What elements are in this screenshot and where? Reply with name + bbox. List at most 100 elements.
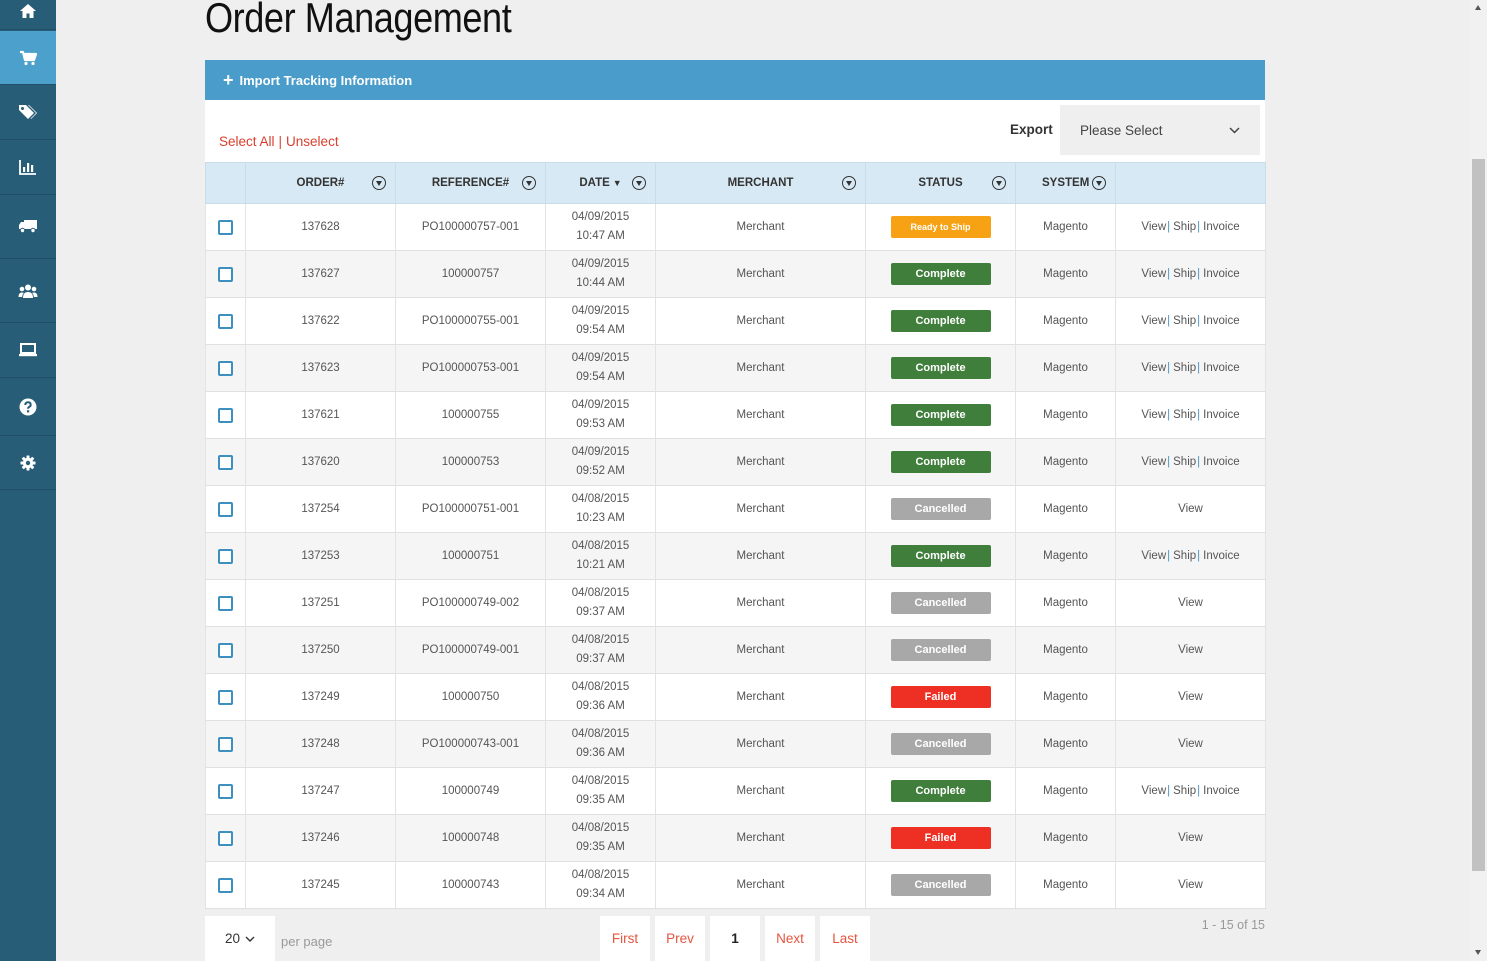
order-time: 10:47 AM [576,230,625,242]
date-filter-icon[interactable] [632,176,646,190]
select-all-link[interactable]: Select All [219,134,275,149]
reference-column-header[interactable]: REFERENCE# [395,162,546,204]
view-link[interactable]: View [1178,879,1203,891]
table-row: 137246 100000748 04/08/2015 09:35 AM Merchan… [205,814,1266,862]
row-checkbox[interactable] [218,360,233,376]
scroll-down-arrow[interactable] [1472,946,1485,958]
ship-link[interactable]: Ship [1173,362,1196,374]
view-link[interactable]: View [1178,691,1203,703]
import-tracking-button[interactable]: + Import Tracking Information [205,60,1265,100]
row-checkbox[interactable] [218,736,233,752]
sidebar-item-home[interactable] [0,0,56,30]
order-time: 09:35 AM [576,794,625,806]
invoice-link[interactable]: Invoice [1203,409,1239,421]
ship-link[interactable]: Ship [1173,315,1196,327]
row-select-cell [205,297,246,345]
unselect-link[interactable]: Unselect [286,134,339,149]
invoice-link[interactable]: Invoice [1203,456,1239,468]
sort-desc-icon[interactable]: ▼ [613,178,622,188]
sidebar-item-orders[interactable] [0,31,56,85]
ship-link[interactable]: Ship [1173,456,1196,468]
row-checkbox[interactable] [218,407,233,423]
row-checkbox[interactable] [218,266,233,282]
date-column-header[interactable]: DATE ▼ [545,162,656,204]
status-cell: Failed [865,814,1016,862]
view-link[interactable]: View [1141,456,1166,468]
row-checkbox[interactable] [218,219,233,235]
pager-prev-button[interactable]: Prev [655,916,705,961]
row-checkbox[interactable] [218,830,233,846]
sidebar-item-settings[interactable] [0,436,56,490]
invoice-link[interactable]: Invoice [1203,785,1239,797]
view-link[interactable]: View [1141,268,1166,280]
status-column-label: STATUS [918,177,963,189]
actions-cell: View [1115,861,1266,909]
view-link[interactable]: View [1141,315,1166,327]
order-column-header[interactable]: ORDER# [245,162,396,204]
view-link[interactable]: View [1141,785,1166,797]
view-link[interactable]: View [1178,738,1203,750]
row-checkbox[interactable] [218,689,233,705]
order-date: 04/08/2015 [571,822,630,834]
merchant-column-header[interactable]: MERCHANT [655,162,866,204]
ship-link[interactable]: Ship [1173,268,1196,280]
scroll-up-arrow[interactable] [1472,2,1485,14]
order-filter-icon[interactable] [372,176,386,190]
view-link[interactable]: View [1178,644,1203,656]
system-column-header[interactable]: SYSTEM [1015,162,1116,204]
ship-link[interactable]: Ship [1173,409,1196,421]
order-number-cell: 137253 [245,532,396,580]
merchant-filter-icon[interactable] [842,176,856,190]
invoice-link[interactable]: Invoice [1203,315,1239,327]
sidebar-item-help[interactable] [0,378,56,436]
reference-cell: PO100000755-001 [395,297,546,345]
view-link[interactable]: View [1178,503,1203,515]
export-select[interactable]: Please Select [1060,105,1260,155]
view-link[interactable]: View [1141,362,1166,374]
row-checkbox[interactable] [218,501,233,517]
ship-link[interactable]: Ship [1173,785,1196,797]
status-filter-icon[interactable] [992,176,1006,190]
view-link[interactable]: View [1141,550,1166,562]
scrollbar-thumb[interactable] [1472,159,1485,871]
sidebar-item-reports[interactable] [0,140,56,195]
reference-filter-icon[interactable] [522,176,536,190]
pager-next-button[interactable]: Next [765,916,815,961]
ship-link[interactable]: Ship [1173,550,1196,562]
view-link[interactable]: View [1178,832,1203,844]
action-separator: | [1197,221,1201,233]
order-number-cell: 137248 [245,720,396,768]
row-checkbox[interactable] [218,642,233,658]
date-cell: 04/08/2015 09:34 AM [545,861,656,909]
status-column-header[interactable]: STATUS [865,162,1016,204]
pager-last-button[interactable]: Last [820,916,870,961]
view-link[interactable]: View [1178,597,1203,609]
row-select-cell [205,344,246,392]
pager-current-page[interactable]: 1 [710,916,760,961]
invoice-link[interactable]: Invoice [1203,268,1239,280]
pager-first-button[interactable]: First [600,916,650,961]
order-time: 10:21 AM [576,559,625,571]
sidebar-item-users[interactable] [0,259,56,323]
system-filter-icon[interactable] [1092,176,1106,190]
sidebar-item-products[interactable] [0,85,56,140]
actions-cell: View| Ship| Invoice [1115,438,1266,486]
invoice-link[interactable]: Invoice [1203,221,1239,233]
row-checkbox[interactable] [218,548,233,564]
row-checkbox[interactable] [218,783,233,799]
row-checkbox[interactable] [218,877,233,893]
invoice-link[interactable]: Invoice [1203,362,1239,374]
ship-link[interactable]: Ship [1173,221,1196,233]
actions-cell: View [1115,720,1266,768]
row-checkbox[interactable] [218,454,233,470]
view-link[interactable]: View [1141,409,1166,421]
cart-icon [20,50,37,65]
per-page-select[interactable]: 20 [205,916,275,961]
invoice-link[interactable]: Invoice [1203,550,1239,562]
sidebar-item-shipping[interactable] [0,195,56,259]
row-checkbox[interactable] [218,595,233,611]
merchant-column-label: MERCHANT [727,177,794,189]
sidebar-item-devices[interactable] [0,323,56,378]
view-link[interactable]: View [1141,221,1166,233]
row-checkbox[interactable] [218,313,233,329]
